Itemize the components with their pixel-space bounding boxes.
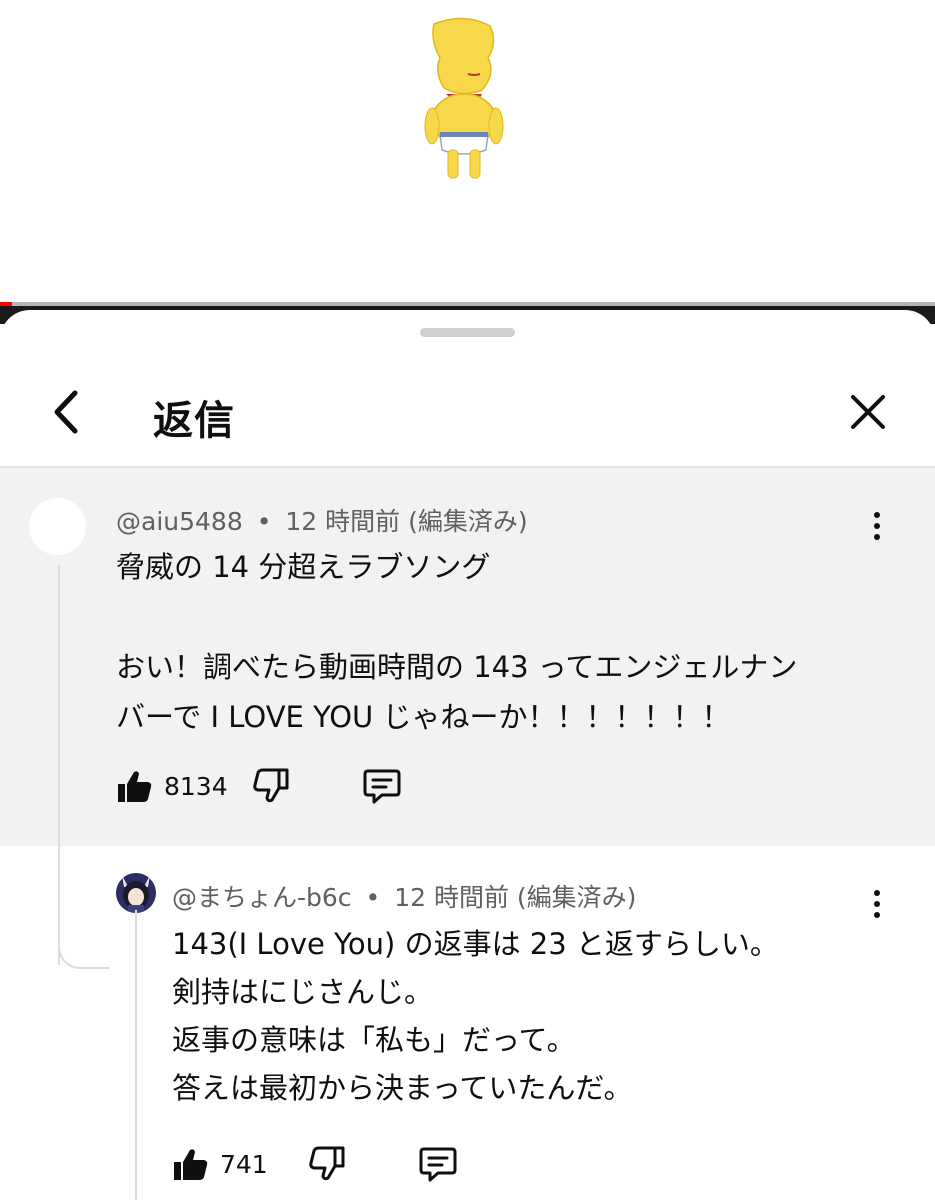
comment-line: 脅威の 14 分超えラブソング [116,550,491,584]
comment-actions: 741 [170,1144,458,1184]
dislike-button[interactable] [308,1144,348,1184]
more-vert-icon-dot [874,912,880,918]
meta-separator: • [365,883,381,912]
like-button[interactable] [170,1144,210,1184]
thread-connector [58,935,110,969]
comment-line: 答えは最初から決まっていたんだ。 [172,1071,633,1105]
close-icon [851,395,885,429]
page-title: 返信 [153,398,235,444]
chevron-left-icon [54,390,78,434]
video-progress-played [0,302,12,306]
comment-text: 143(I Love You) の返事は 23 と返すらしい。 剣持はにじさんじ… [172,920,892,1112]
parent-comment: @aiu5488 • 12 時間前 (編集済み) 脅威の 14 分超えラブソング… [0,468,935,846]
more-vert-icon-dot [874,523,880,529]
comment-meta: @まちょん-b6c • 12 時間前 (編集済み) [172,878,636,914]
cartoon-character-image [424,17,504,179]
more-vert-icon [874,890,880,896]
avatar[interactable] [116,873,156,913]
comment-icon [363,769,401,804]
comment-line: バーで I LOVE YOU じゃねーか！！！！！！！ [116,700,731,734]
meta-separator: • [256,507,272,536]
comment-menu-button[interactable] [862,884,892,924]
like-count: 8134 [164,771,228,801]
video-player[interactable] [0,0,935,310]
reply-button[interactable] [362,766,402,806]
like-button[interactable] [114,766,154,806]
dislike-button[interactable] [252,766,292,806]
comment-icon [419,1147,457,1182]
thumbs-up-icon [118,771,152,802]
comment-menu-button[interactable] [862,506,892,546]
thread-line [58,565,60,965]
comment-time: 12 時間前 (編集済み) [394,883,637,912]
reply-button[interactable] [418,1144,458,1184]
comment-meta: @aiu5488 • 12 時間前 (編集済み) [116,502,528,538]
comment-line: 143(I Love You) の返事は 23 と返すらしい。 [172,927,779,961]
comment-actions: 8134 [114,766,402,806]
more-vert-icon-dot [874,901,880,907]
avatar[interactable] [29,498,86,555]
comment-time: 12 時間前 (編集済み) [285,507,528,536]
like-count: 741 [220,1149,268,1179]
more-vert-icon-dot [874,534,880,540]
thumbs-up-icon [174,1149,208,1180]
comment-line-blank [116,592,896,642]
thumbs-down-icon [309,1146,345,1181]
thread-line [135,910,137,1200]
back-button[interactable] [36,382,96,442]
comment-line: おい！調べたら動画時間の 143 ってエンジェルナン [116,650,798,684]
more-vert-icon [874,512,880,518]
comment-line: 剣持はにじさんじ。 [172,975,434,1009]
drag-handle[interactable] [420,328,515,337]
thumbs-down-icon [252,768,289,803]
video-progress-bar[interactable] [0,302,935,306]
comment-author[interactable]: @aiu5488 [116,507,243,536]
comment-text: 脅威の 14 分超えラブソング おい！調べたら動画時間の 143 ってエンジェル… [116,542,896,742]
close-button[interactable] [838,382,898,442]
comment-author[interactable]: @まちょん-b6c [172,883,352,912]
comment-line: 返事の意味は「私も」だって。 [172,1023,576,1057]
reply-avatar-image [116,873,156,913]
